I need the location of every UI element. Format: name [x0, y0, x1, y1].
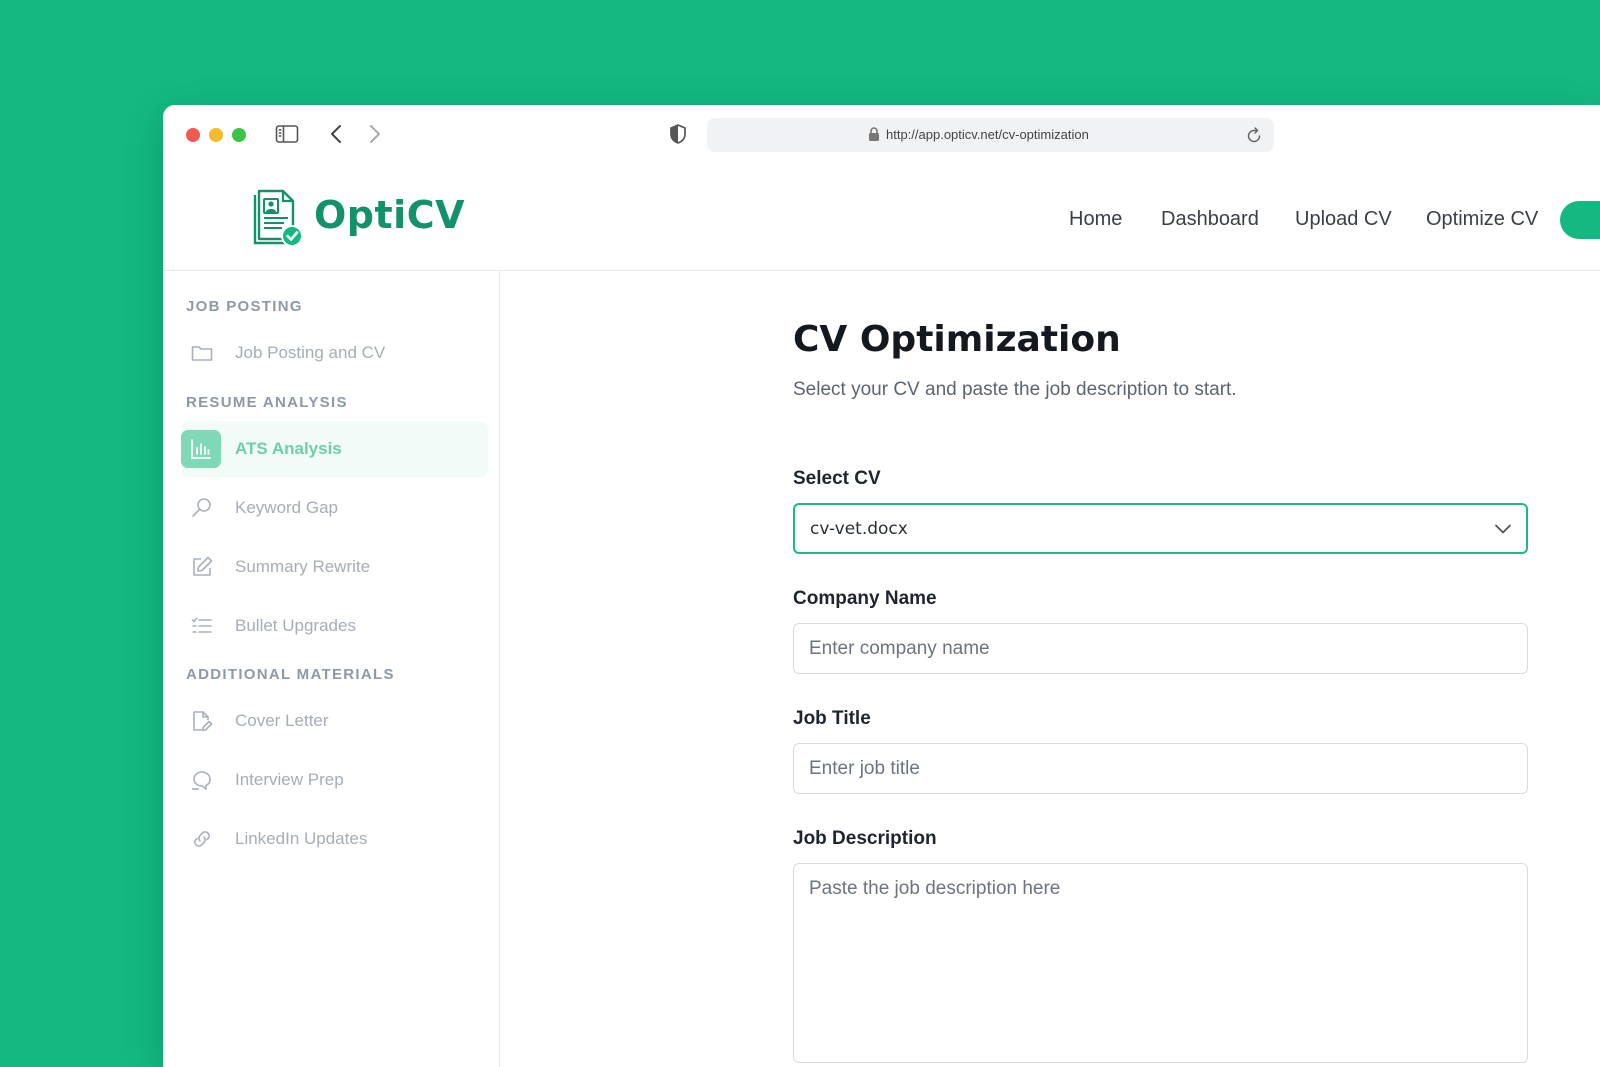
section-title-additional-materials: ADDITIONAL MATERIALS	[186, 666, 395, 683]
browser-window: http://app.opticv.net/cv-optimization Op…	[163, 105, 1600, 1067]
select-cv-value: cv-vet.docx	[810, 518, 908, 539]
select-cv-dropdown[interactable]: cv-vet.docx	[793, 503, 1528, 554]
chevron-down-icon	[1494, 521, 1512, 541]
shield-icon[interactable]	[668, 122, 688, 146]
lock-icon	[868, 127, 880, 147]
sidebar-item-label: ATS Analysis	[235, 439, 342, 458]
url-text: http://app.opticv.net/cv-optimization	[886, 127, 1089, 142]
sidebar-item-interview-prep[interactable]: Interview Prep	[181, 752, 488, 808]
nav-upload-cv[interactable]: Upload CV	[1295, 208, 1392, 231]
page-subtitle: Select your CV and paste the job descrip…	[793, 379, 1237, 400]
logo-icon[interactable]	[253, 187, 305, 254]
edit-icon	[190, 555, 214, 579]
sidebar-item-summary-rewrite[interactable]: Summary Rewrite	[181, 539, 488, 595]
sidebar-item-label: Interview Prep	[235, 770, 344, 789]
sidebar-item-label: Job Posting and CV	[235, 343, 386, 362]
sidebar-item-label: Bullet Upgrades	[235, 616, 356, 635]
brand-name[interactable]: OptiCV	[314, 193, 465, 237]
sidebar-item-cover-letter[interactable]: Cover Letter	[181, 693, 488, 749]
job-title-input[interactable]	[793, 743, 1528, 794]
app-header: OptiCV Home Dashboard Upload CV Optimize…	[163, 165, 1600, 271]
sidebar-item-job-posting-and-cv[interactable]: Job Posting and CV	[181, 325, 488, 381]
sidebar-item-label: Keyword Gap	[235, 498, 338, 517]
forward-icon[interactable]	[364, 122, 384, 146]
nav-dashboard[interactable]: Dashboard	[1161, 208, 1259, 231]
nav-optimize-cv[interactable]: Optimize CV	[1426, 208, 1538, 231]
close-window-button[interactable]	[186, 128, 200, 142]
bar-chart-icon	[189, 437, 213, 461]
user-menu-button[interactable]	[1560, 201, 1600, 239]
sidebar-item-keyword-gap[interactable]: Keyword Gap	[181, 480, 488, 536]
link-icon	[190, 827, 214, 851]
chat-icon	[190, 768, 214, 792]
sidebar-toggle-icon[interactable]	[275, 122, 299, 146]
browser-toolbar: http://app.opticv.net/cv-optimization	[163, 105, 1600, 165]
sidebar-item-label: Summary Rewrite	[235, 557, 371, 576]
section-title-job-posting: JOB POSTING	[186, 298, 303, 315]
section-title-resume-analysis: RESUME ANALYSIS	[186, 394, 348, 411]
maximize-window-button[interactable]	[232, 128, 246, 142]
company-name-input[interactable]	[793, 623, 1528, 674]
job-description-label: Job Description	[793, 828, 937, 849]
sidebar-item-label: Cover Letter	[235, 711, 329, 730]
search-icon	[190, 496, 214, 520]
sidebar-item-linkedin-updates[interactable]: LinkedIn Updates	[181, 811, 488, 867]
page-title: CV Optimization	[793, 319, 1121, 360]
select-cv-label: Select CV	[793, 468, 881, 489]
job-title-label: Job Title	[793, 708, 871, 729]
nav-home[interactable]: Home	[1069, 208, 1122, 231]
address-bar[interactable]: http://app.opticv.net/cv-optimization	[707, 118, 1274, 152]
sidebar-item-bullet-upgrades[interactable]: Bullet Upgrades	[181, 598, 488, 654]
folder-icon	[190, 341, 214, 365]
sidebar: JOB POSTING Job Posting and CV RESUME AN…	[163, 271, 500, 1067]
main-content: CV Optimization Select your CV and paste…	[501, 271, 1600, 1067]
minimize-window-button[interactable]	[209, 128, 223, 142]
list-icon	[190, 614, 214, 638]
sidebar-item-label: LinkedIn Updates	[235, 829, 368, 848]
document-pen-icon	[190, 709, 214, 733]
back-icon[interactable]	[327, 122, 347, 146]
company-name-label: Company Name	[793, 588, 937, 609]
sidebar-item-ats-analysis[interactable]: ATS Analysis	[181, 421, 488, 477]
job-description-textarea[interactable]	[793, 863, 1528, 1063]
reload-icon[interactable]	[1246, 126, 1262, 149]
